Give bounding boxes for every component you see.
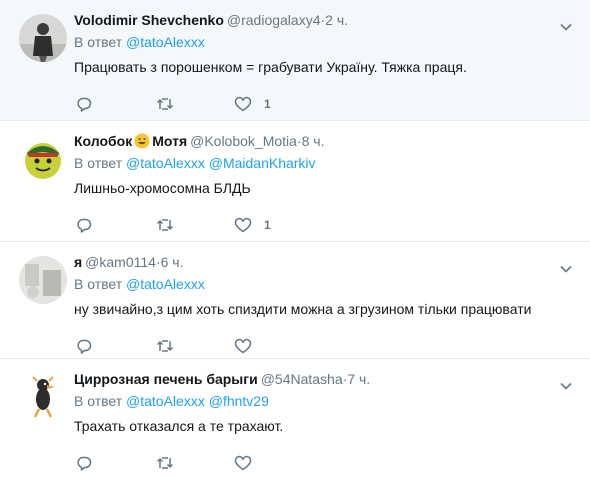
user-handle[interactable]: @54Natasha (261, 371, 343, 387)
heart-icon (234, 96, 252, 112)
tweet-body: я @kam0114·6 ч. В ответ @tatoAlexxx ну зв… (74, 242, 590, 358)
reply-button[interactable] (76, 453, 92, 473)
avatar[interactable] (19, 14, 67, 62)
tweet-header: Колобок Мотя @Kolobok_Motia·8 ч. (74, 131, 324, 154)
grinning-face-icon (134, 133, 150, 154)
tweet-header: Циррозная печень барыги @54Natasha·7 ч. (74, 369, 370, 389)
display-name[interactable]: Колобок Мотя (74, 133, 187, 149)
more-options-button[interactable] (560, 18, 572, 36)
heart-icon (234, 217, 252, 233)
retweet-button[interactable] (156, 94, 174, 114)
retweet-button[interactable] (156, 336, 174, 356)
display-name[interactable]: Volodimir Shevchenko (74, 12, 224, 28)
retweet-icon (156, 219, 174, 231)
like-button[interactable] (234, 336, 252, 356)
timestamp[interactable]: 8 ч. (302, 133, 325, 149)
heart-icon (234, 455, 252, 471)
chevron-down-icon (560, 265, 572, 273)
reply-to: В ответ @tatoAlexxx (74, 274, 205, 294)
reply-icon (77, 339, 92, 354)
retweet-button[interactable] (156, 215, 174, 235)
timestamp[interactable]: 6 ч. (161, 254, 184, 270)
more-options-button[interactable] (560, 377, 572, 395)
display-name-suffix: Мотя (152, 133, 188, 149)
reply-to: В ответ @tatoAlexxx @MaidanKharkiv (74, 153, 316, 173)
reply-prefix: В ответ (74, 155, 123, 171)
heart-icon (234, 338, 252, 354)
mention-link[interactable]: @tatoAlexxx (126, 393, 205, 409)
mention-link[interactable]: @tatoAlexxx (126, 34, 205, 50)
avatar[interactable] (19, 256, 67, 304)
reply-button[interactable] (76, 215, 92, 235)
tweet[interactable]: Volodimir Shevchenko @radiogalaxy4·2 ч. В… (0, 0, 590, 121)
more-options-button[interactable] (560, 260, 572, 278)
tweet[interactable]: Циррозная печень барыги @54Natasha·7 ч. В… (0, 359, 590, 484)
user-handle[interactable]: @Kolobok_Motia (190, 133, 297, 149)
retweet-icon (156, 98, 174, 110)
display-name[interactable]: Циррозная печень барыги (74, 371, 258, 387)
reply-to: В ответ @tatoAlexxx (74, 32, 205, 52)
mention-link[interactable]: @MaidanKharkiv (209, 155, 316, 171)
like-button[interactable] (234, 453, 252, 473)
like-count: 1 (264, 218, 271, 232)
tweet-text: Лишньо-хромосомна БЛДЬ (74, 180, 251, 196)
like-count: 1 (264, 97, 271, 111)
tweet[interactable]: Колобок Мотя @Kolobok_Motia·8 ч. В ответ @… (0, 121, 590, 242)
reply-prefix: В ответ (74, 393, 123, 409)
tweet-body: Volodimir Shevchenko @radiogalaxy4·2 ч. В… (74, 0, 590, 120)
tweet-header: Volodimir Shevchenko @radiogalaxy4·2 ч. (74, 10, 348, 30)
reply-icon (77, 97, 92, 112)
reply-feed: Volodimir Shevchenko @radiogalaxy4·2 ч. В… (0, 0, 590, 484)
user-handle[interactable]: @kam0114 (85, 254, 156, 270)
reply-prefix: В ответ (74, 276, 123, 292)
reply-icon (77, 456, 92, 471)
like-button[interactable]: 1 (234, 94, 271, 114)
timestamp[interactable]: 2 ч. (325, 12, 348, 28)
avatar[interactable] (19, 373, 67, 421)
tweet-body: Циррозная печень барыги @54Natasha·7 ч. В… (74, 359, 590, 484)
tweet-header: я @kam0114·6 ч. (74, 252, 183, 272)
retweet-icon (156, 340, 174, 352)
reply-button[interactable] (76, 336, 92, 356)
reply-button[interactable] (76, 94, 92, 114)
mention-link[interactable]: @tatoAlexxx (126, 155, 205, 171)
mention-link[interactable]: @fhntv29 (209, 393, 269, 409)
avatar[interactable] (19, 135, 67, 183)
tweet-body: Колобок Мотя @Kolobok_Motia·8 ч. В ответ @… (74, 121, 590, 241)
chevron-down-icon (560, 382, 572, 390)
reply-prefix: В ответ (74, 34, 123, 50)
retweet-icon (156, 457, 174, 469)
tweet-text: Працювать з порошенком = грабувати Украї… (74, 59, 467, 75)
tweet-text: Трахать отказался а те трахают. (74, 418, 284, 434)
like-button[interactable]: 1 (234, 215, 271, 235)
tweet[interactable]: я @kam0114·6 ч. В ответ @tatoAlexxx ну зв… (0, 242, 590, 359)
timestamp[interactable]: 7 ч. (347, 371, 370, 387)
chevron-down-icon (560, 23, 572, 31)
retweet-button[interactable] (156, 453, 174, 473)
display-name[interactable]: я (74, 254, 82, 270)
user-handle[interactable]: @radiogalaxy4 (227, 12, 321, 28)
display-name-part: Колобок (74, 133, 133, 149)
reply-icon (77, 218, 92, 233)
reply-to: В ответ @tatoAlexxx @fhntv29 (74, 391, 269, 411)
tweet-text: ну звичайно,з цим хоть спиздити можна а … (74, 301, 532, 317)
mention-link[interactable]: @tatoAlexxx (126, 276, 205, 292)
